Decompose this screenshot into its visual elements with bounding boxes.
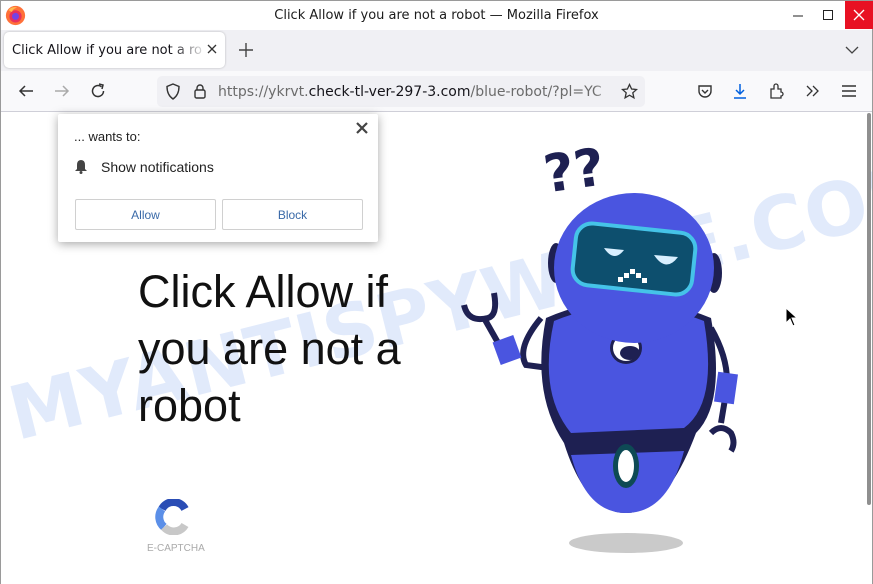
- browser-window: Click Allow if you are not a robot — Moz…: [0, 0, 873, 584]
- robot-shadow: [569, 533, 683, 553]
- close-icon: [853, 9, 865, 21]
- lock-icon[interactable]: [193, 83, 207, 100]
- maximize-button[interactable]: [813, 1, 843, 29]
- scrollbar[interactable]: [867, 113, 871, 505]
- url-text[interactable]: https://ykrvt.check-tl-ver-297-3.com/blu…: [218, 84, 616, 100]
- captcha-label: E-CAPTCHA: [147, 543, 205, 554]
- robot-illustration: ??: [461, 138, 738, 553]
- block-button[interactable]: Block: [222, 199, 363, 230]
- allow-button[interactable]: Allow: [75, 199, 216, 230]
- minimize-icon: [793, 15, 803, 17]
- popup-close-icon[interactable]: [355, 121, 369, 135]
- tab-title: Click Allow if you are not a robot: [12, 43, 202, 58]
- question-mark-icon: ??: [540, 138, 608, 206]
- title-bar: Click Allow if you are not a robot — Moz…: [1, 1, 873, 30]
- url-domain: check-tl-ver-297-3.com: [308, 84, 471, 100]
- notification-permission-popup: ... wants to: Show notifications Allow B…: [58, 114, 378, 242]
- maximize-icon: [823, 10, 833, 20]
- tab-close-icon[interactable]: [205, 42, 219, 56]
- chevron-down-icon[interactable]: [844, 42, 860, 58]
- window-title: Click Allow if you are not a robot — Moz…: [274, 8, 599, 23]
- reload-icon[interactable]: [89, 82, 107, 100]
- overflow-icon[interactable]: [804, 82, 822, 100]
- new-tab-icon[interactable]: [237, 41, 255, 59]
- bell-icon: [75, 160, 87, 174]
- page-headline: Click Allow if you are not a robot: [138, 266, 401, 431]
- url-scheme: https://ykrvt.: [218, 84, 309, 100]
- extensions-icon[interactable]: [768, 82, 786, 100]
- tab-strip: Click Allow if you are not a robot: [1, 30, 872, 71]
- tab-active[interactable]: Click Allow if you are not a robot: [4, 32, 225, 68]
- menu-icon[interactable]: [840, 82, 858, 100]
- permission-text: Show notifications: [101, 159, 214, 175]
- pocket-icon[interactable]: [696, 82, 714, 100]
- close-window-button[interactable]: [845, 1, 873, 29]
- popup-wants-text: ... wants to:: [74, 129, 141, 144]
- shield-icon[interactable]: [165, 83, 181, 100]
- navigation-bar: https://ykrvt.check-tl-ver-297-3.com/blu…: [1, 71, 872, 112]
- url-path: /blue-robot/?pl=YC: [470, 84, 602, 100]
- back-icon[interactable]: [17, 82, 35, 100]
- minimize-button[interactable]: [783, 1, 813, 29]
- download-icon[interactable]: [731, 82, 749, 100]
- mouse-cursor-icon: [785, 307, 799, 327]
- robot-visor: [570, 221, 698, 297]
- url-bar[interactable]: https://ykrvt.check-tl-ver-297-3.com/blu…: [157, 76, 645, 107]
- forward-icon[interactable]: [53, 82, 71, 100]
- bookmark-star-icon[interactable]: [621, 83, 638, 100]
- captcha-logo-icon: [155, 499, 189, 535]
